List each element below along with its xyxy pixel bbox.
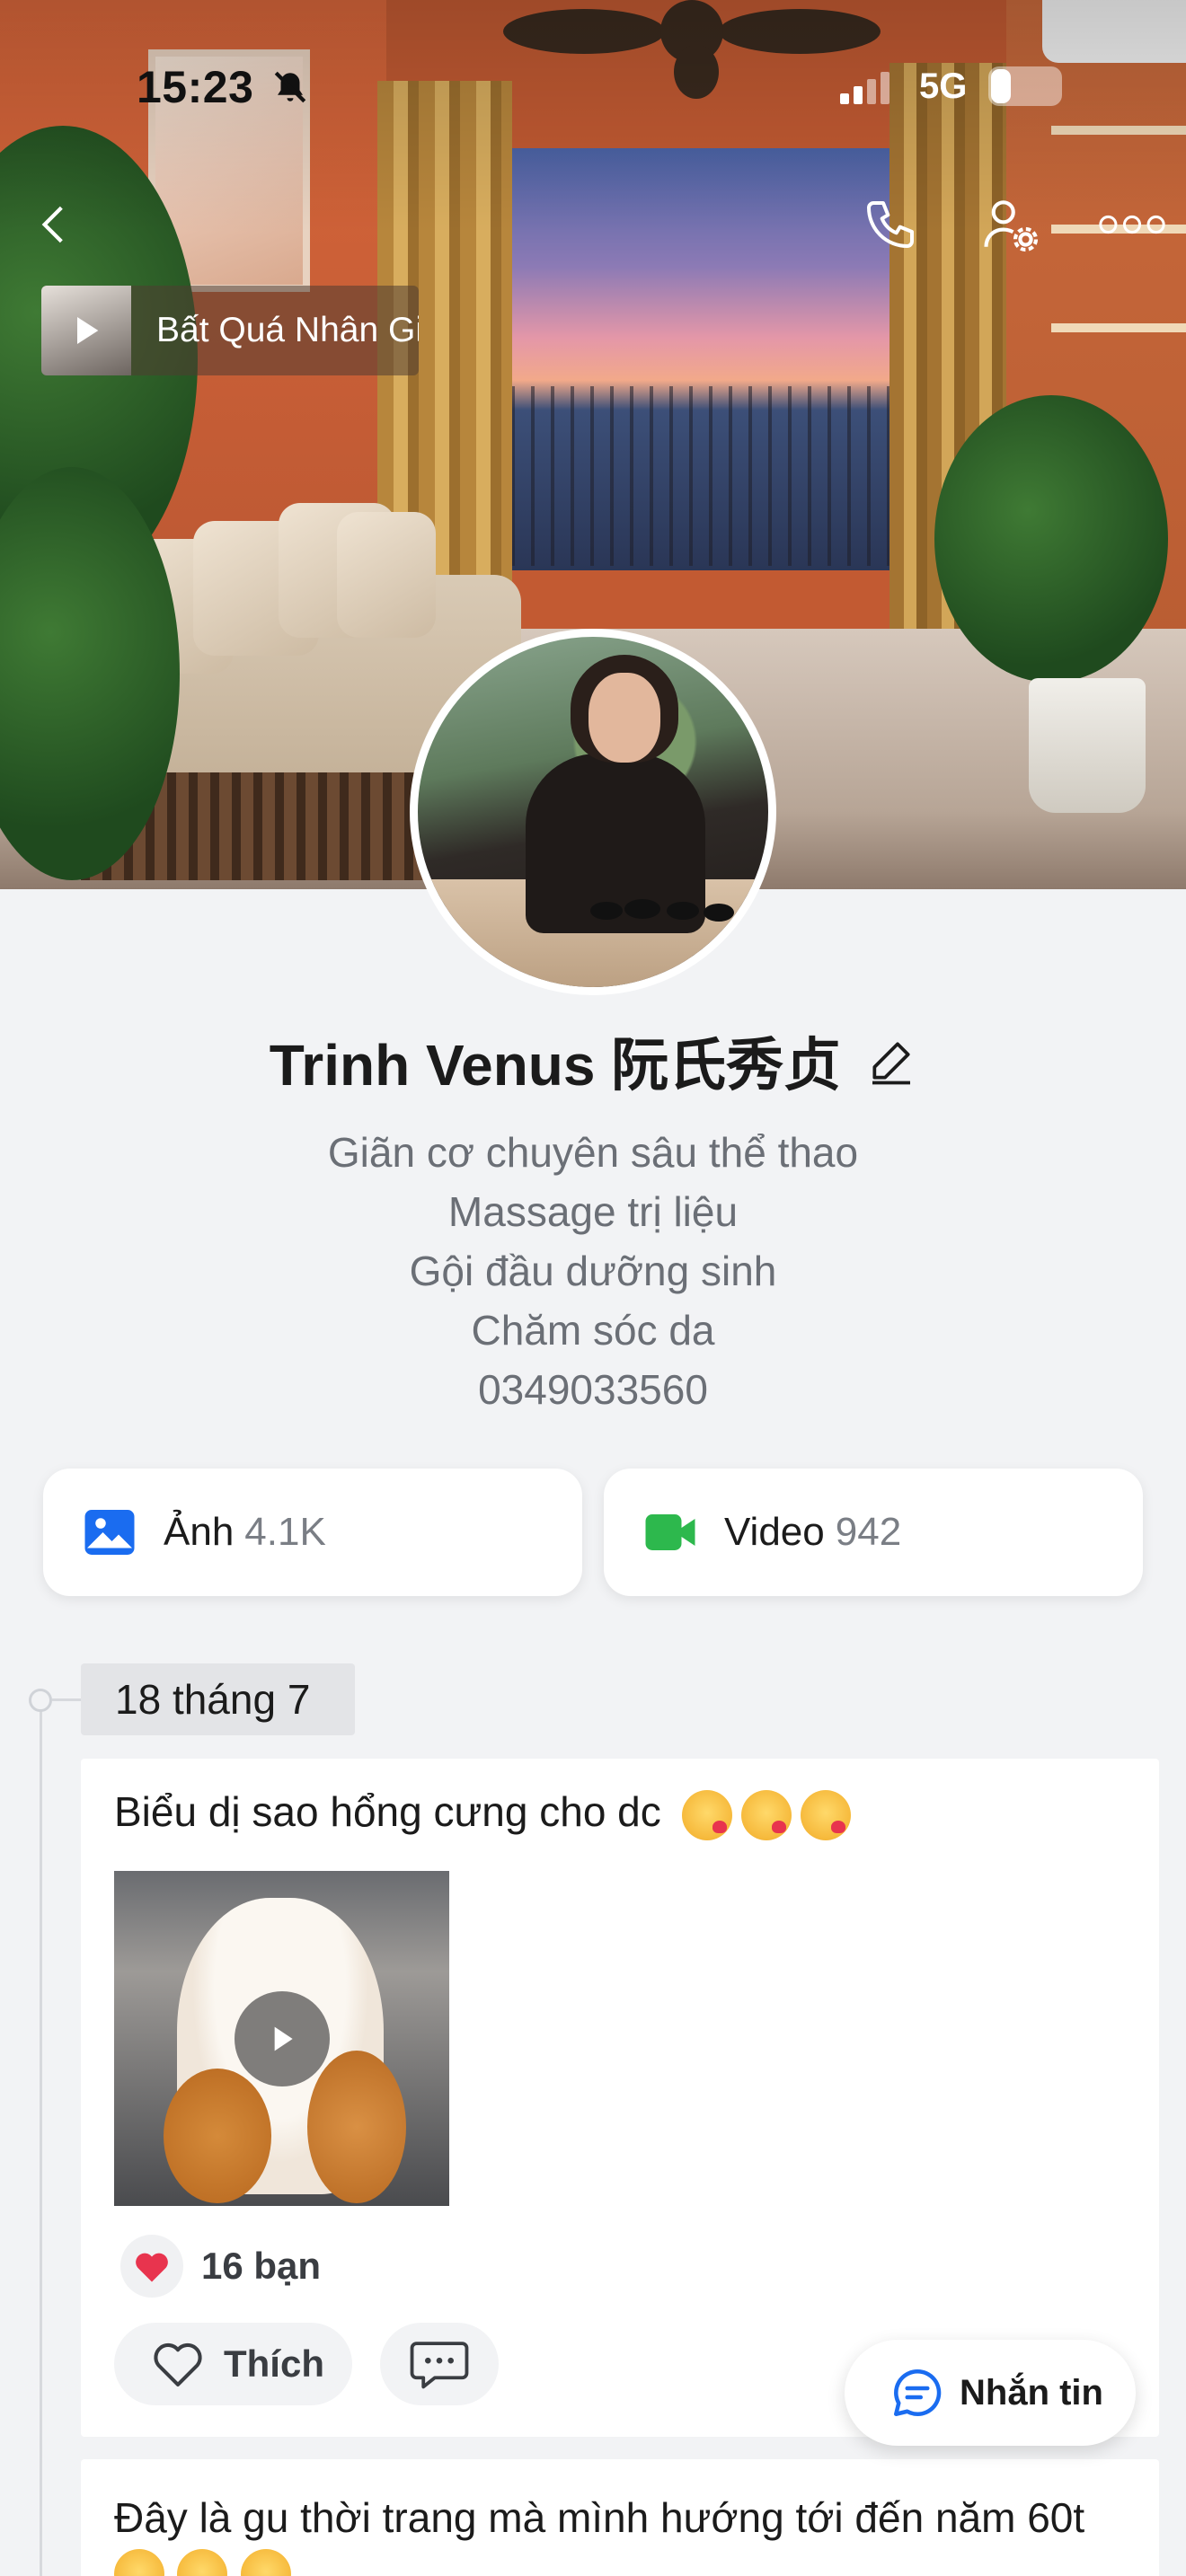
videos-card[interactable]: Video 942 bbox=[604, 1469, 1143, 1596]
back-button[interactable] bbox=[13, 184, 94, 265]
like-button[interactable]: Thích bbox=[114, 2323, 352, 2405]
emoji bbox=[114, 2549, 164, 2576]
bio-line: Chăm sóc da bbox=[471, 1307, 715, 1354]
post-text: Đây là gu thời trang mà mình hướng tới đ… bbox=[114, 2494, 1085, 2541]
post-text: Biểu dị sao hổng cưng cho dc bbox=[114, 1788, 661, 1835]
user-settings-icon bbox=[984, 200, 1039, 252]
kissing-heart-emoji bbox=[740, 1789, 792, 1840]
reaction-summary[interactable]: 16 bạn bbox=[120, 2235, 321, 2298]
phone-icon bbox=[867, 201, 914, 248]
feed-post[interactable]: Đây là gu thời trang mà mình hướng tới đ… bbox=[81, 2459, 1159, 2576]
videos-label: Video bbox=[724, 1510, 825, 1554]
video-play-button[interactable] bbox=[235, 1991, 330, 2086]
play-icon bbox=[274, 2026, 293, 2051]
post-video-thumbnail[interactable] bbox=[114, 1871, 449, 2206]
bio-line: Massage trị liệu bbox=[447, 1188, 739, 1235]
heart-reaction-icon bbox=[120, 2235, 183, 2298]
heart-outline-icon bbox=[154, 2342, 202, 2386]
cellular-signal-icon bbox=[840, 72, 894, 104]
photos-count: 4.1K bbox=[244, 1510, 326, 1554]
battery-icon bbox=[988, 66, 1062, 106]
photos-card[interactable]: Ảnh 4.1K bbox=[43, 1469, 582, 1596]
profile-name: Trinh Venus 阮氏秀贞 bbox=[269, 1033, 842, 1098]
more-dots-icon bbox=[1099, 215, 1165, 234]
timeline-dot bbox=[29, 1689, 52, 1712]
bio-line: Giãn cơ chuyên sâu thể thao bbox=[327, 1129, 859, 1176]
message-button[interactable]: Nhắn tin bbox=[845, 2340, 1136, 2446]
call-button[interactable] bbox=[850, 184, 931, 265]
timeline-line bbox=[40, 1700, 42, 2576]
bell-muted-icon bbox=[274, 71, 306, 103]
like-label: Thích bbox=[224, 2342, 324, 2385]
bio-phone[interactable]: 0349033560 bbox=[0, 1360, 1186, 1419]
kissing-heart-emoji bbox=[800, 1789, 851, 1840]
chevron-left-icon bbox=[41, 206, 63, 243]
comment-button[interactable] bbox=[380, 2323, 499, 2405]
post-caption: Biểu dị sao hổng cưng cho dc bbox=[114, 1787, 851, 1840]
timeline-date: 18 tháng 7 bbox=[81, 1663, 355, 1735]
status-time: 15:23 bbox=[137, 62, 254, 112]
profile-settings-button[interactable] bbox=[970, 184, 1051, 265]
video-camera-icon bbox=[645, 1514, 695, 1550]
bio-line: Gội đầu dưỡng sinh bbox=[409, 1248, 777, 1294]
image-icon bbox=[84, 1510, 135, 1555]
profile-music-chip[interactable]: Bất Quá Nhân Gian bbox=[41, 286, 419, 375]
message-button-label: Nhắn tin bbox=[960, 2372, 1103, 2413]
profile-avatar[interactable] bbox=[410, 629, 776, 995]
edit-pencil-icon[interactable] bbox=[866, 1036, 916, 1086]
emoji bbox=[177, 2549, 228, 2576]
play-icon bbox=[77, 317, 99, 344]
music-thumbnail bbox=[41, 286, 131, 375]
videos-count: 942 bbox=[835, 1510, 902, 1554]
comment-icon bbox=[410, 2342, 469, 2389]
more-options-button[interactable] bbox=[1087, 184, 1177, 265]
photos-label: Ảnh bbox=[164, 1510, 235, 1554]
feed-post[interactable]: Biểu dị sao hổng cưng cho dc 16 bạn Thíc… bbox=[81, 1759, 1159, 2437]
music-title: Bất Quá Nhân Gian bbox=[156, 311, 419, 349]
reaction-count: 16 bạn bbox=[201, 2245, 322, 2287]
network-type: 5G bbox=[919, 66, 968, 106]
emoji bbox=[240, 2549, 291, 2576]
kissing-heart-emoji bbox=[681, 1789, 732, 1840]
chat-bubble-icon bbox=[894, 2369, 942, 2416]
profile-bio: Giãn cơ chuyên sâu thể thao Massage trị … bbox=[0, 1123, 1186, 1419]
